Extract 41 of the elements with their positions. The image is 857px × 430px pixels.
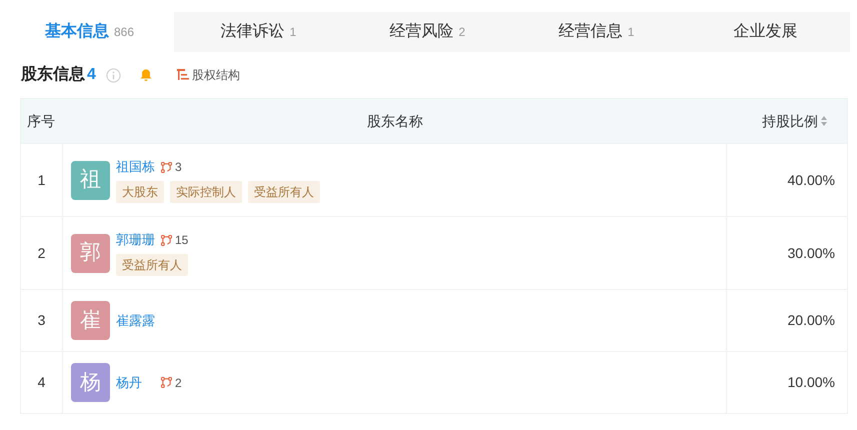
share-ratio: 20.00% bbox=[788, 311, 835, 330]
relation-count[interactable]: 3 bbox=[161, 158, 182, 176]
share-ratio: 30.00% bbox=[788, 244, 835, 262]
avatar: 郭 bbox=[71, 234, 110, 272]
row-number: 3 bbox=[38, 311, 46, 330]
structure-icon bbox=[176, 69, 189, 81]
shareholder-name[interactable]: 郭珊珊 bbox=[116, 230, 156, 250]
share-ratio: 10.00% bbox=[788, 373, 835, 392]
column-header: 序号 bbox=[27, 112, 55, 130]
shareholder-name[interactable]: 崔露露 bbox=[116, 310, 156, 330]
equity-structure-link[interactable]: 股权结构 bbox=[176, 66, 240, 84]
avatar: 杨 bbox=[71, 363, 110, 402]
column-header: 股东名称 bbox=[367, 112, 423, 130]
network-icon bbox=[161, 377, 172, 388]
role-tag: 受益所有人 bbox=[248, 180, 320, 203]
role-tag: 大股东 bbox=[116, 180, 164, 203]
role-tag: 受益所有人 bbox=[116, 254, 188, 276]
row-number: 4 bbox=[38, 373, 46, 392]
info-icon[interactable] bbox=[106, 68, 121, 82]
shareholder-name[interactable]: 祖国栋 bbox=[116, 157, 156, 177]
tab[interactable]: 法律诉讼 1 bbox=[174, 12, 343, 52]
tab[interactable]: 经营风险 2 bbox=[343, 12, 512, 52]
avatar: 崔 bbox=[71, 301, 110, 340]
sort-icon[interactable] bbox=[821, 116, 827, 126]
section-title: 股东信息 bbox=[21, 64, 85, 85]
shareholder-count: 4 bbox=[87, 65, 96, 85]
tab[interactable]: 基本信息 866 bbox=[5, 12, 174, 52]
column-header[interactable]: 持股比例 bbox=[762, 110, 818, 132]
tab[interactable]: 经营信息 1 bbox=[512, 12, 681, 52]
relation-count[interactable]: 2 bbox=[161, 374, 182, 392]
avatar: 祖 bbox=[71, 160, 110, 200]
network-icon bbox=[161, 162, 172, 172]
network-icon bbox=[161, 234, 172, 246]
relation-count[interactable]: 15 bbox=[161, 231, 188, 249]
row-number: 1 bbox=[38, 170, 46, 190]
shareholder-name[interactable]: 杨丹 bbox=[116, 372, 156, 392]
role-tag: 实际控制人 bbox=[170, 180, 242, 203]
row-number: 2 bbox=[38, 244, 46, 262]
bell-icon[interactable] bbox=[138, 68, 153, 82]
tab[interactable]: 企业发展 bbox=[681, 12, 850, 52]
share-ratio: 40.00% bbox=[788, 170, 835, 190]
